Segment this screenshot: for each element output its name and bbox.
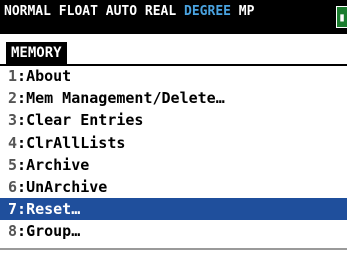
menu-item-mem-management[interactable]: 2:Mem Management/Delete… — [0, 87, 347, 109]
menu-item-label: ClrAllLists — [26, 133, 126, 152]
menu-item-clrall-lists[interactable]: 4:ClrAllLists — [0, 132, 347, 154]
menu-item-label: Mem Management/Delete… — [26, 89, 225, 108]
status-bar: NORMAL FLOAT AUTO REAL DEGREE MP ▮ — [0, 0, 347, 34]
menu-item-number: 4 — [8, 133, 18, 152]
menu-item-label: Reset… — [26, 200, 81, 219]
mode-settings-suffix: MP — [230, 4, 255, 19]
menu-item-label: Clear Entries — [26, 111, 144, 130]
menu-item-number: 5 — [8, 155, 18, 174]
menu-title: MEMORY — [6, 42, 67, 64]
menu-item-unarchive[interactable]: 6:UnArchive — [0, 176, 347, 198]
menu-item-reset[interactable]: 7:Reset… — [0, 198, 347, 221]
menu-item-archive[interactable]: 5:Archive — [0, 154, 347, 176]
battery-icon: ▮ — [336, 6, 347, 28]
menu-item-clear-entries[interactable]: 3:Clear Entries — [0, 109, 347, 131]
menu-item-about[interactable]: 1:About — [0, 65, 347, 87]
mode-settings: NORMAL FLOAT AUTO REAL — [4, 4, 185, 19]
menu-item-number: 8 — [8, 222, 18, 241]
menu-item-number: 6 — [8, 177, 18, 196]
menu-item-number: 1 — [8, 67, 18, 85]
menu-item-label: Group… — [26, 222, 81, 241]
menu-item-label: Archive — [26, 155, 90, 174]
menu-item-number: 3 — [8, 111, 18, 130]
menu-item-number: 2 — [8, 89, 18, 108]
angle-mode: DEGREE — [184, 4, 231, 19]
menu-item-label: About — [26, 67, 72, 85]
menu-item-number: 7 — [8, 200, 18, 219]
screen-divider — [0, 248, 347, 250]
calculator-screen: NORMAL FLOAT AUTO REAL DEGREE MP ▮ MEMOR… — [0, 0, 347, 265]
menu-list: 1:About 2:Mem Management/Delete… 3:Clear… — [0, 65, 347, 243]
menu-item-group[interactable]: 8:Group… — [0, 220, 347, 242]
menu-header: MEMORY — [0, 42, 347, 66]
menu-item-label: UnArchive — [26, 177, 108, 196]
mode-status: NORMAL FLOAT AUTO REAL DEGREE MP — [4, 4, 254, 19]
